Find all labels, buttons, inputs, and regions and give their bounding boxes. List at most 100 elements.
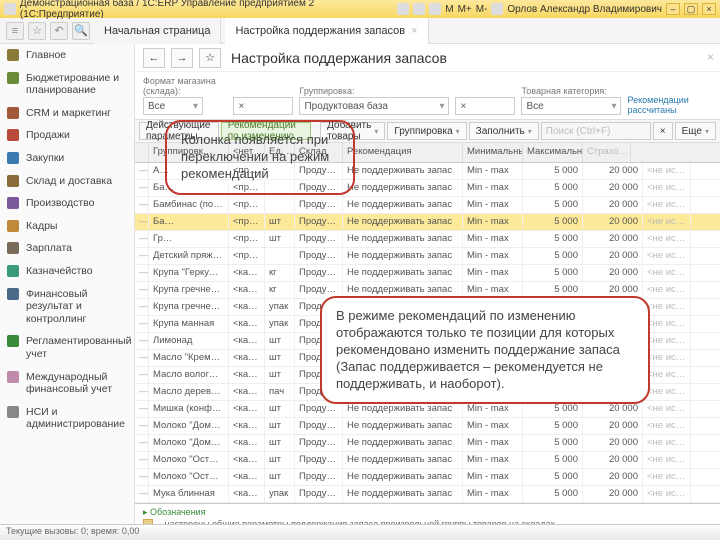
recommendations-link[interactable]: Рекомендации рассчитаны [627,95,712,115]
table-row[interactable]: —Молоко "Дом…<каза…штПродукт…Не поддержи… [135,418,720,435]
history-icon[interactable]: ↶ [50,22,68,40]
nav-back-icon[interactable]: ← [143,48,165,68]
cell: Не поддерживать запас [343,163,463,179]
grouping-button[interactable]: Группировка▾ [387,122,466,140]
table-row[interactable]: —Мишка (конф…<каза…штПродукт…Не поддержи… [135,401,720,418]
tab-current[interactable]: Настройка поддержания запасов× [225,18,428,44]
table-row[interactable]: —Бамбинас (по…<про…Продукт…Не поддержива… [135,197,720,214]
table-row[interactable]: —Крупа "Герку…<каза…кгПродукт…Не поддерж… [135,265,720,282]
panel-close-icon[interactable]: × [707,50,714,64]
grid-header-cell[interactable]: Склад [295,143,343,162]
cell: 5 000 [523,316,583,332]
table-row[interactable]: —Детский пряж…<про…Продукт…Не поддержива… [135,248,720,265]
sidebar-item-5[interactable]: Склад и доставка [0,170,134,193]
cell: 20 000 [583,299,643,315]
cell: Продукт… [295,350,343,366]
table-row[interactable]: —Ба…<про…Продукт…Не поддерживать запасMi… [135,180,720,197]
grid-header-cell[interactable]: Максимальный… [523,143,583,162]
menu-icon[interactable]: ≡ [6,22,24,40]
star-icon[interactable]: ☆ [28,22,46,40]
table-row[interactable]: —А…<про…Продукт…Не поддерживать запасMin… [135,163,720,180]
sidebar-item-0[interactable]: Главное [0,44,134,67]
grid-header-cell[interactable]: Страхо… [583,143,631,162]
cell: <каза… [229,265,265,281]
table-row[interactable]: —Крупа гречне…<каза…упакПродукт…Не подде… [135,299,720,316]
cell: Не поддерживать запас [343,435,463,451]
search-go-button[interactable]: × [653,122,673,140]
sidebar-item-7[interactable]: Кадры [0,215,134,238]
sidebar-item-8[interactable]: Зарплата [0,237,134,260]
mode-toolbar: Действующие параметры Рекомендации по из… [135,119,720,143]
cell: — [135,452,149,468]
table-row[interactable]: —Крупа гречне…<каза…кгПродукт…Не поддерж… [135,282,720,299]
cell: Продукт… [295,452,343,468]
mem-m[interactable]: М [445,4,453,15]
tab-home[interactable]: Начальная страница [94,18,221,44]
cell: Мука блинная [149,486,229,502]
filter-format-clear[interactable]: × [233,97,293,115]
calendar-icon[interactable] [429,3,441,15]
grid-header-cell[interactable]: Ед. … [265,143,295,162]
filter-group-clear[interactable]: × [455,97,515,115]
search-input[interactable]: Поиск (Ctrl+F) [541,122,651,140]
cell: <не ис… [643,333,691,349]
grid-header-cell[interactable]: Минимальный … [463,143,523,162]
table-row[interactable]: —Масло "Крем…<каза…штПродукт…Не поддержи… [135,350,720,367]
sidebar-icon [7,406,19,418]
sidebar-item-6[interactable]: Производство [0,192,134,215]
mem-mplus[interactable]: М+ [458,4,472,15]
close-button[interactable]: × [702,3,716,15]
sidebar-item-13[interactable]: НСИ и администрирование [0,401,134,436]
filter-category-select[interactable]: Все▾ [521,97,621,115]
fill-button[interactable]: Заполнить▾ [469,122,539,140]
sidebar-item-1[interactable]: Бюджетирование и планирование [0,67,134,102]
grid-header-cell[interactable]: Рекомендация [343,143,463,162]
more-button[interactable]: Еще▾ [675,122,716,140]
grid-header-cell[interactable]: Группировк… [149,143,229,162]
print-icon[interactable] [397,3,409,15]
table-row[interactable]: —Масло дерев…<каза…пачПродукт…Не поддерж… [135,384,720,401]
favorite-star-icon[interactable]: ☆ [199,48,221,68]
sidebar-icon [7,265,19,277]
cell: 5 000 [523,486,583,502]
nav-fwd-icon[interactable]: → [171,48,193,68]
cell: — [135,197,149,213]
grid-header-cell[interactable]: <нет … [229,143,265,162]
sidebar-item-11[interactable]: Регламентированный учет [0,330,134,365]
cell: 5 000 [523,435,583,451]
grid-header-cell[interactable] [135,143,149,162]
table-row[interactable]: —Масло волог…<каза…штПродукт…Не поддержи… [135,367,720,384]
add-goods-button[interactable]: Добавить товары▾ [320,122,385,140]
sidebar-item-9[interactable]: Казначейство [0,260,134,283]
cell: Продукт… [295,282,343,298]
table-row[interactable]: —Молоко "Ост…<каза…штПродукт…Не поддержи… [135,452,720,469]
sidebar-item-12[interactable]: Международный финансовый учет [0,366,134,401]
cell: Не поддерживать запас [343,452,463,468]
search-icon[interactable]: 🔍 [72,22,90,40]
mem-mminus[interactable]: М- [476,4,488,15]
sidebar-item-4[interactable]: Закупки [0,147,134,170]
table-row[interactable]: —Гр…<про…штПродукт…Не поддерживать запас… [135,231,720,248]
table-row[interactable]: —Молоко "Дом…<каза…штПродукт…Не поддержи… [135,435,720,452]
maximize-button[interactable]: ▢ [684,3,698,15]
table-row[interactable]: —Лимонад<каза…штПродукт…Не поддерживать … [135,333,720,350]
calc-icon[interactable] [413,3,425,15]
tab-recommendations[interactable]: Рекомендации по изменению [221,122,311,140]
sidebar-item-3[interactable]: Продажи [0,124,134,147]
close-icon[interactable]: × [411,25,417,37]
table-row[interactable]: —Ба…<про…штПродукт…Не поддерживать запас… [135,214,720,231]
cell: 20 000 [583,163,643,179]
table-row[interactable]: —Молоко "Ост…<каза…штПродукт…Не поддержи… [135,469,720,486]
tab-active-params[interactable]: Действующие параметры [139,122,219,140]
table-row[interactable]: —Крупа манная<каза…упакПродукт…Не поддер… [135,316,720,333]
table-row[interactable]: —Мука блинная<каза…упакПродукт…Не поддер… [135,486,720,503]
cell: Продукт… [295,401,343,417]
sidebar-item-label: Главное [26,49,66,61]
sidebar-item-2[interactable]: CRM и маркетинг [0,102,134,125]
cell: <не ис… [643,197,691,213]
sidebar-item-10[interactable]: Финансовый результат и контроллинг [0,283,134,331]
filter-format-select[interactable]: Все▾ [143,97,203,115]
cell: Крупа манная [149,316,229,332]
filter-group-select[interactable]: Продуктовая база▾ [299,97,449,115]
minimize-button[interactable]: – [666,3,680,15]
